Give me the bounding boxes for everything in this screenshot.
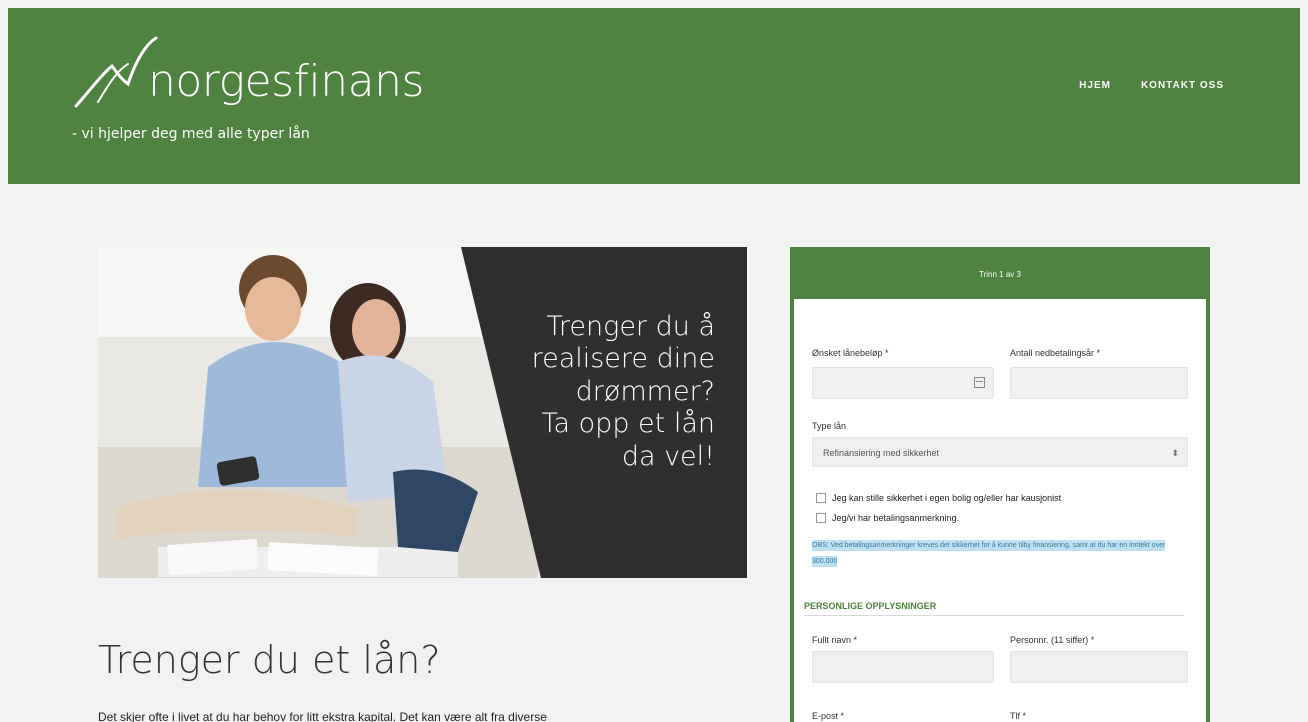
payment-remarks-note: OBS: Ved betalingsanmerkninger kreves de… (812, 538, 1172, 570)
person-number-label: Personnr. (11 siffer) * (1010, 635, 1095, 645)
brand-tagline: - vi hjelper deg med alle typer lån (72, 126, 310, 142)
payment-remarks-checkbox-label[interactable]: Jeg/vi har betalingsanmerkning. (832, 513, 959, 523)
hero-banner: Trenger du å realisere dine drømmer? Ta … (98, 247, 747, 578)
years-label: Antall nedbetalingsår * (1010, 348, 1101, 358)
full-name-input[interactable] (812, 651, 994, 683)
hero-headline: Trenger du å realisere dine drømmer? Ta … (531, 311, 715, 472)
loan-type-label: Type lån (812, 421, 847, 431)
intro-paragraph: Det skjer ofte i livet at du har behov f… (98, 710, 547, 722)
collateral-checkbox-label[interactable]: Jeg kan stille sikkerhet i egen bolig og… (832, 493, 1061, 503)
loan-amount-label: Ønsket lånebeløp * (812, 348, 889, 358)
full-name-label: Fullt navn * (812, 635, 858, 645)
personal-info-section-title: PERSONLIGE OPPLYSNINGER (804, 601, 1184, 616)
page-title: Trenger du et lån? (98, 638, 441, 682)
loan-type-value: Refinansiering med sikkerhet (823, 448, 940, 458)
form-step-indicator: Trinn 1 av 3 (794, 251, 1206, 299)
brand-logo[interactable]: norgesfinans - vi hjelper deg med alle t… (72, 30, 424, 150)
calendar-icon (974, 377, 985, 388)
nav-home-link[interactable]: HJEM (1079, 80, 1111, 91)
years-input[interactable] (1010, 367, 1188, 399)
person-number-input[interactable] (1010, 651, 1188, 683)
collateral-checkbox[interactable] (816, 493, 826, 503)
note-text: OBS: Ved betalingsanmerkninger kreves de… (812, 540, 1166, 567)
select-caret-icon: ⬍ (1171, 448, 1179, 458)
payment-remarks-checkbox[interactable] (816, 513, 826, 523)
loan-amount-input[interactable] (812, 367, 994, 399)
loan-application-form: Trinn 1 av 3 Ønsket lånebeløp * Antall n… (790, 247, 1210, 722)
brand-name: norgesfinans (148, 56, 424, 107)
loan-type-select[interactable]: Refinansiering med sikkerhet ⬍ (812, 437, 1188, 467)
nav-contact-link[interactable]: KONTAKT OSS (1141, 80, 1224, 91)
main-nav: HJEM KONTAKT OSS (1079, 80, 1224, 91)
phone-label: Tlf * (1010, 711, 1027, 721)
site-header: norgesfinans - vi hjelper deg med alle t… (8, 8, 1300, 184)
email-label: E-post * (812, 711, 845, 721)
